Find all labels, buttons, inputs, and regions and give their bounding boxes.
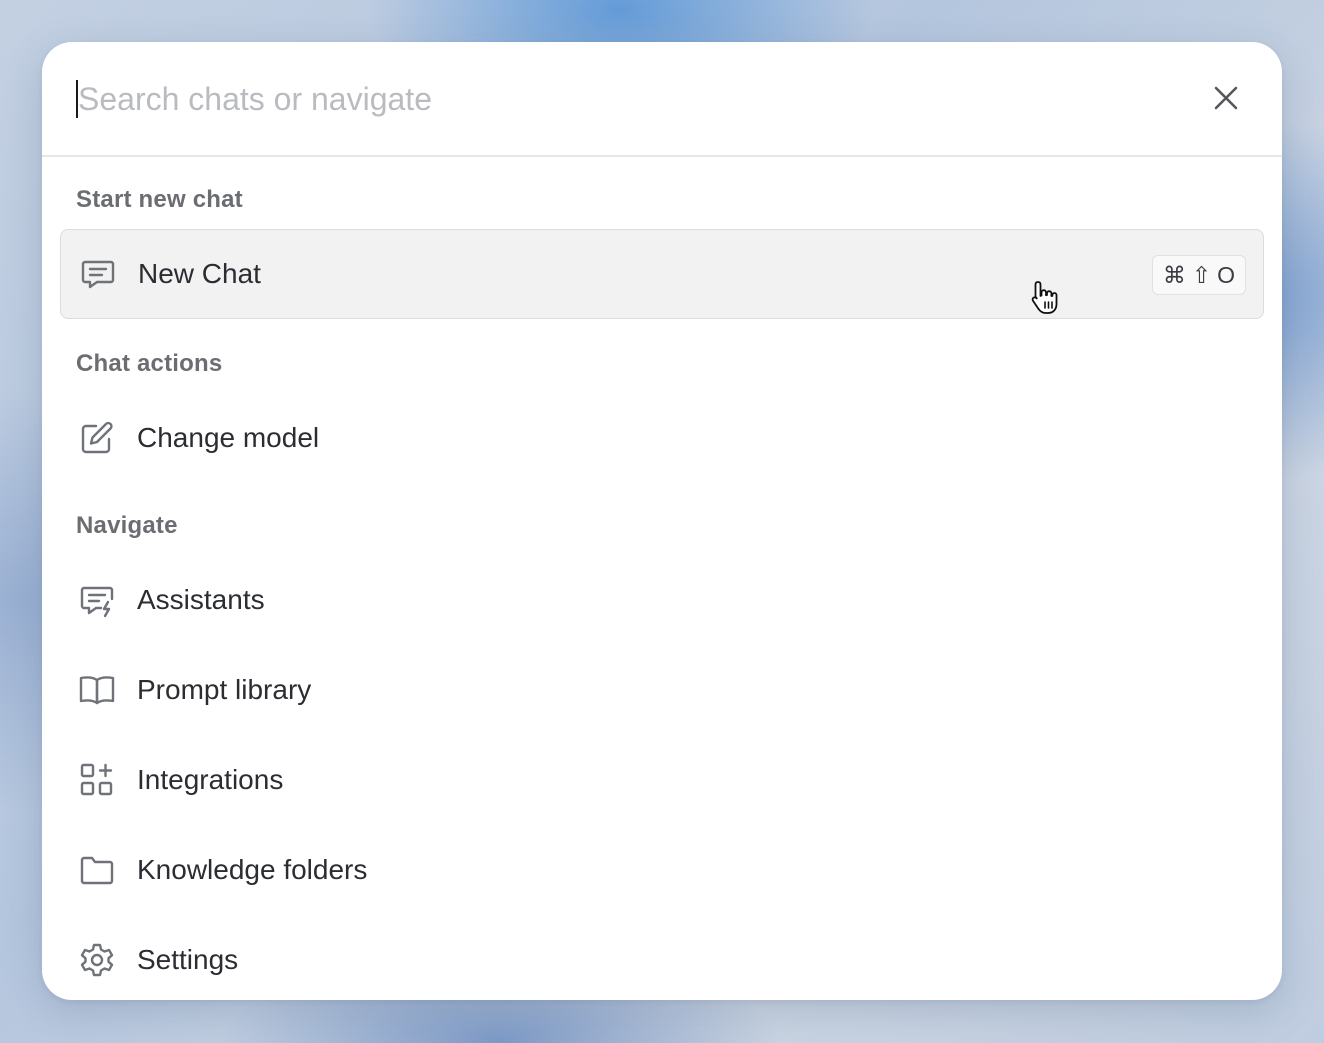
close-icon: [1214, 86, 1238, 110]
command-palette: Start new chat New Chat ⌘ ⇧ O Chat actio…: [42, 42, 1282, 1000]
integrations-item[interactable]: Integrations: [60, 735, 1264, 825]
integrations-label: Integrations: [137, 764, 284, 795]
o-key: O: [1217, 261, 1235, 288]
chat-bubble-icon: [79, 255, 117, 293]
assistants-label: Assistants: [137, 584, 265, 615]
new-chat-item[interactable]: New Chat ⌘ ⇧ O: [60, 229, 1264, 319]
change-model-label: Change model: [137, 422, 320, 453]
shift-key: ⇧: [1191, 261, 1212, 288]
open-book-icon: [78, 671, 116, 709]
keyboard-shortcut-badge: ⌘ ⇧ O: [1151, 255, 1246, 295]
chat-lightning-icon: [78, 581, 116, 619]
settings-item[interactable]: Settings: [60, 915, 1264, 1000]
change-model-item[interactable]: Change model: [60, 393, 1264, 483]
settings-label: Settings: [137, 944, 239, 975]
folder-icon: [78, 851, 116, 889]
edit-pencil-icon: [78, 419, 116, 457]
knowledge-folders-label: Knowledge folders: [137, 854, 368, 885]
assistants-item[interactable]: Assistants: [60, 555, 1264, 645]
hand-pointer-cursor-icon: [1031, 281, 1058, 314]
section-heading-start-new-chat: Start new chat: [76, 186, 243, 213]
search-input[interactable]: [76, 74, 1178, 124]
prompt-library-label: Prompt library: [137, 674, 312, 705]
knowledge-folders-item[interactable]: Knowledge folders: [60, 825, 1264, 915]
search-bar: [42, 42, 1282, 157]
grid-plus-icon: [78, 761, 116, 799]
text-caret: [76, 80, 78, 118]
new-chat-label: New Chat: [138, 258, 261, 289]
gear-icon: [78, 941, 116, 979]
prompt-library-item[interactable]: Prompt library: [60, 645, 1264, 735]
section-heading-chat-actions: Chat actions: [76, 350, 223, 377]
section-heading-navigate: Navigate: [76, 512, 178, 539]
command-key: ⌘: [1162, 261, 1186, 288]
close-button[interactable]: [1204, 76, 1248, 120]
